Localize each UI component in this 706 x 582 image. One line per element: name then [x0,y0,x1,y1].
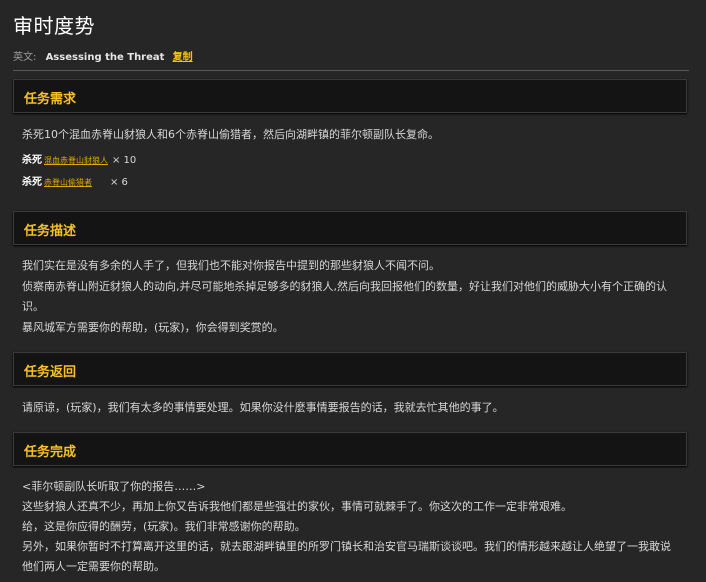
section-heading: 任务返回 [24,365,77,380]
section-heading: 任务描述 [24,224,77,239]
completion-line: 这些豺狼人还真不少，再加上你又告诉我他们都是些强壮的家伙，事情可就棘手了。你这次… [22,500,572,513]
section-header-return: 任务返回 [13,352,687,386]
kill-objective: 杀死 混血赤脊山豺狼人 × 10 [22,151,136,166]
requirements-text: 杀死10个混血赤脊山豺狼人和6个赤脊山偷猎者，然后向湖畔镇的菲尔顿副队长复命。 [22,128,439,141]
description-line: 识。 [22,300,44,313]
kill-label: 杀死 [22,155,42,166]
kill-label: 杀死 [22,177,42,188]
kill-count: × 6 [110,177,128,188]
quest-title: 审时度势 [13,14,95,38]
copy-link[interactable]: 复制 [173,52,193,63]
description-line: 我们实在是没有多余的人手了，但我们也不能对你报告中提到的那些豺狼人不闻不问。 [22,259,440,272]
description-line: 侦察南赤脊山附近豺狼人的动向,并尽可能地杀掉足够多的豺狼人,然后向我回报他们的数… [22,280,667,293]
english-title: Assessing the Threat [45,52,165,63]
description-line: 暴风城军方需要你的帮助，(玩家)，你会得到奖赏的。 [22,321,284,334]
english-title-row: 英文: Assessing the Threat 复制 [13,48,193,63]
kill-objective: 杀死 赤脊山偷猎者 × 6 [22,173,128,188]
section-header-completion: 任务完成 [13,432,687,466]
completion-line: 给，这是你应得的酬劳，(玩家)。我们非常感谢你的帮助。 [22,520,306,533]
section-heading: 任务需求 [24,92,77,107]
mob-link[interactable]: 混血赤脊山豺狼人 [44,156,108,165]
return-text: 请原谅，(玩家)，我们有太多的事情要处理。如果你没什麼事情要报告的话，我就去忙其… [22,401,504,414]
title-divider [13,70,689,71]
english-label: 英文: [13,52,37,63]
section-header-description: 任务描述 [13,211,687,245]
section-heading: 任务完成 [24,445,77,460]
kill-count: × 10 [112,155,137,166]
section-header-requirements: 任务需求 [13,79,687,113]
mob-link[interactable]: 赤脊山偷猎者 [44,178,92,187]
completion-line: 另外，如果你暂时不打算离开这里的话，就去跟湖畔镇里的所罗门镇长和治安官马瑞斯谈谈… [22,540,671,553]
completion-line: <菲尔顿副队长听取了你的报告……> [22,480,206,493]
quest-page: 审时度势 英文: Assessing the Threat 复制 任务需求 杀死… [0,0,706,582]
completion-line: 他们两人一定需要你的帮助。 [22,560,165,573]
